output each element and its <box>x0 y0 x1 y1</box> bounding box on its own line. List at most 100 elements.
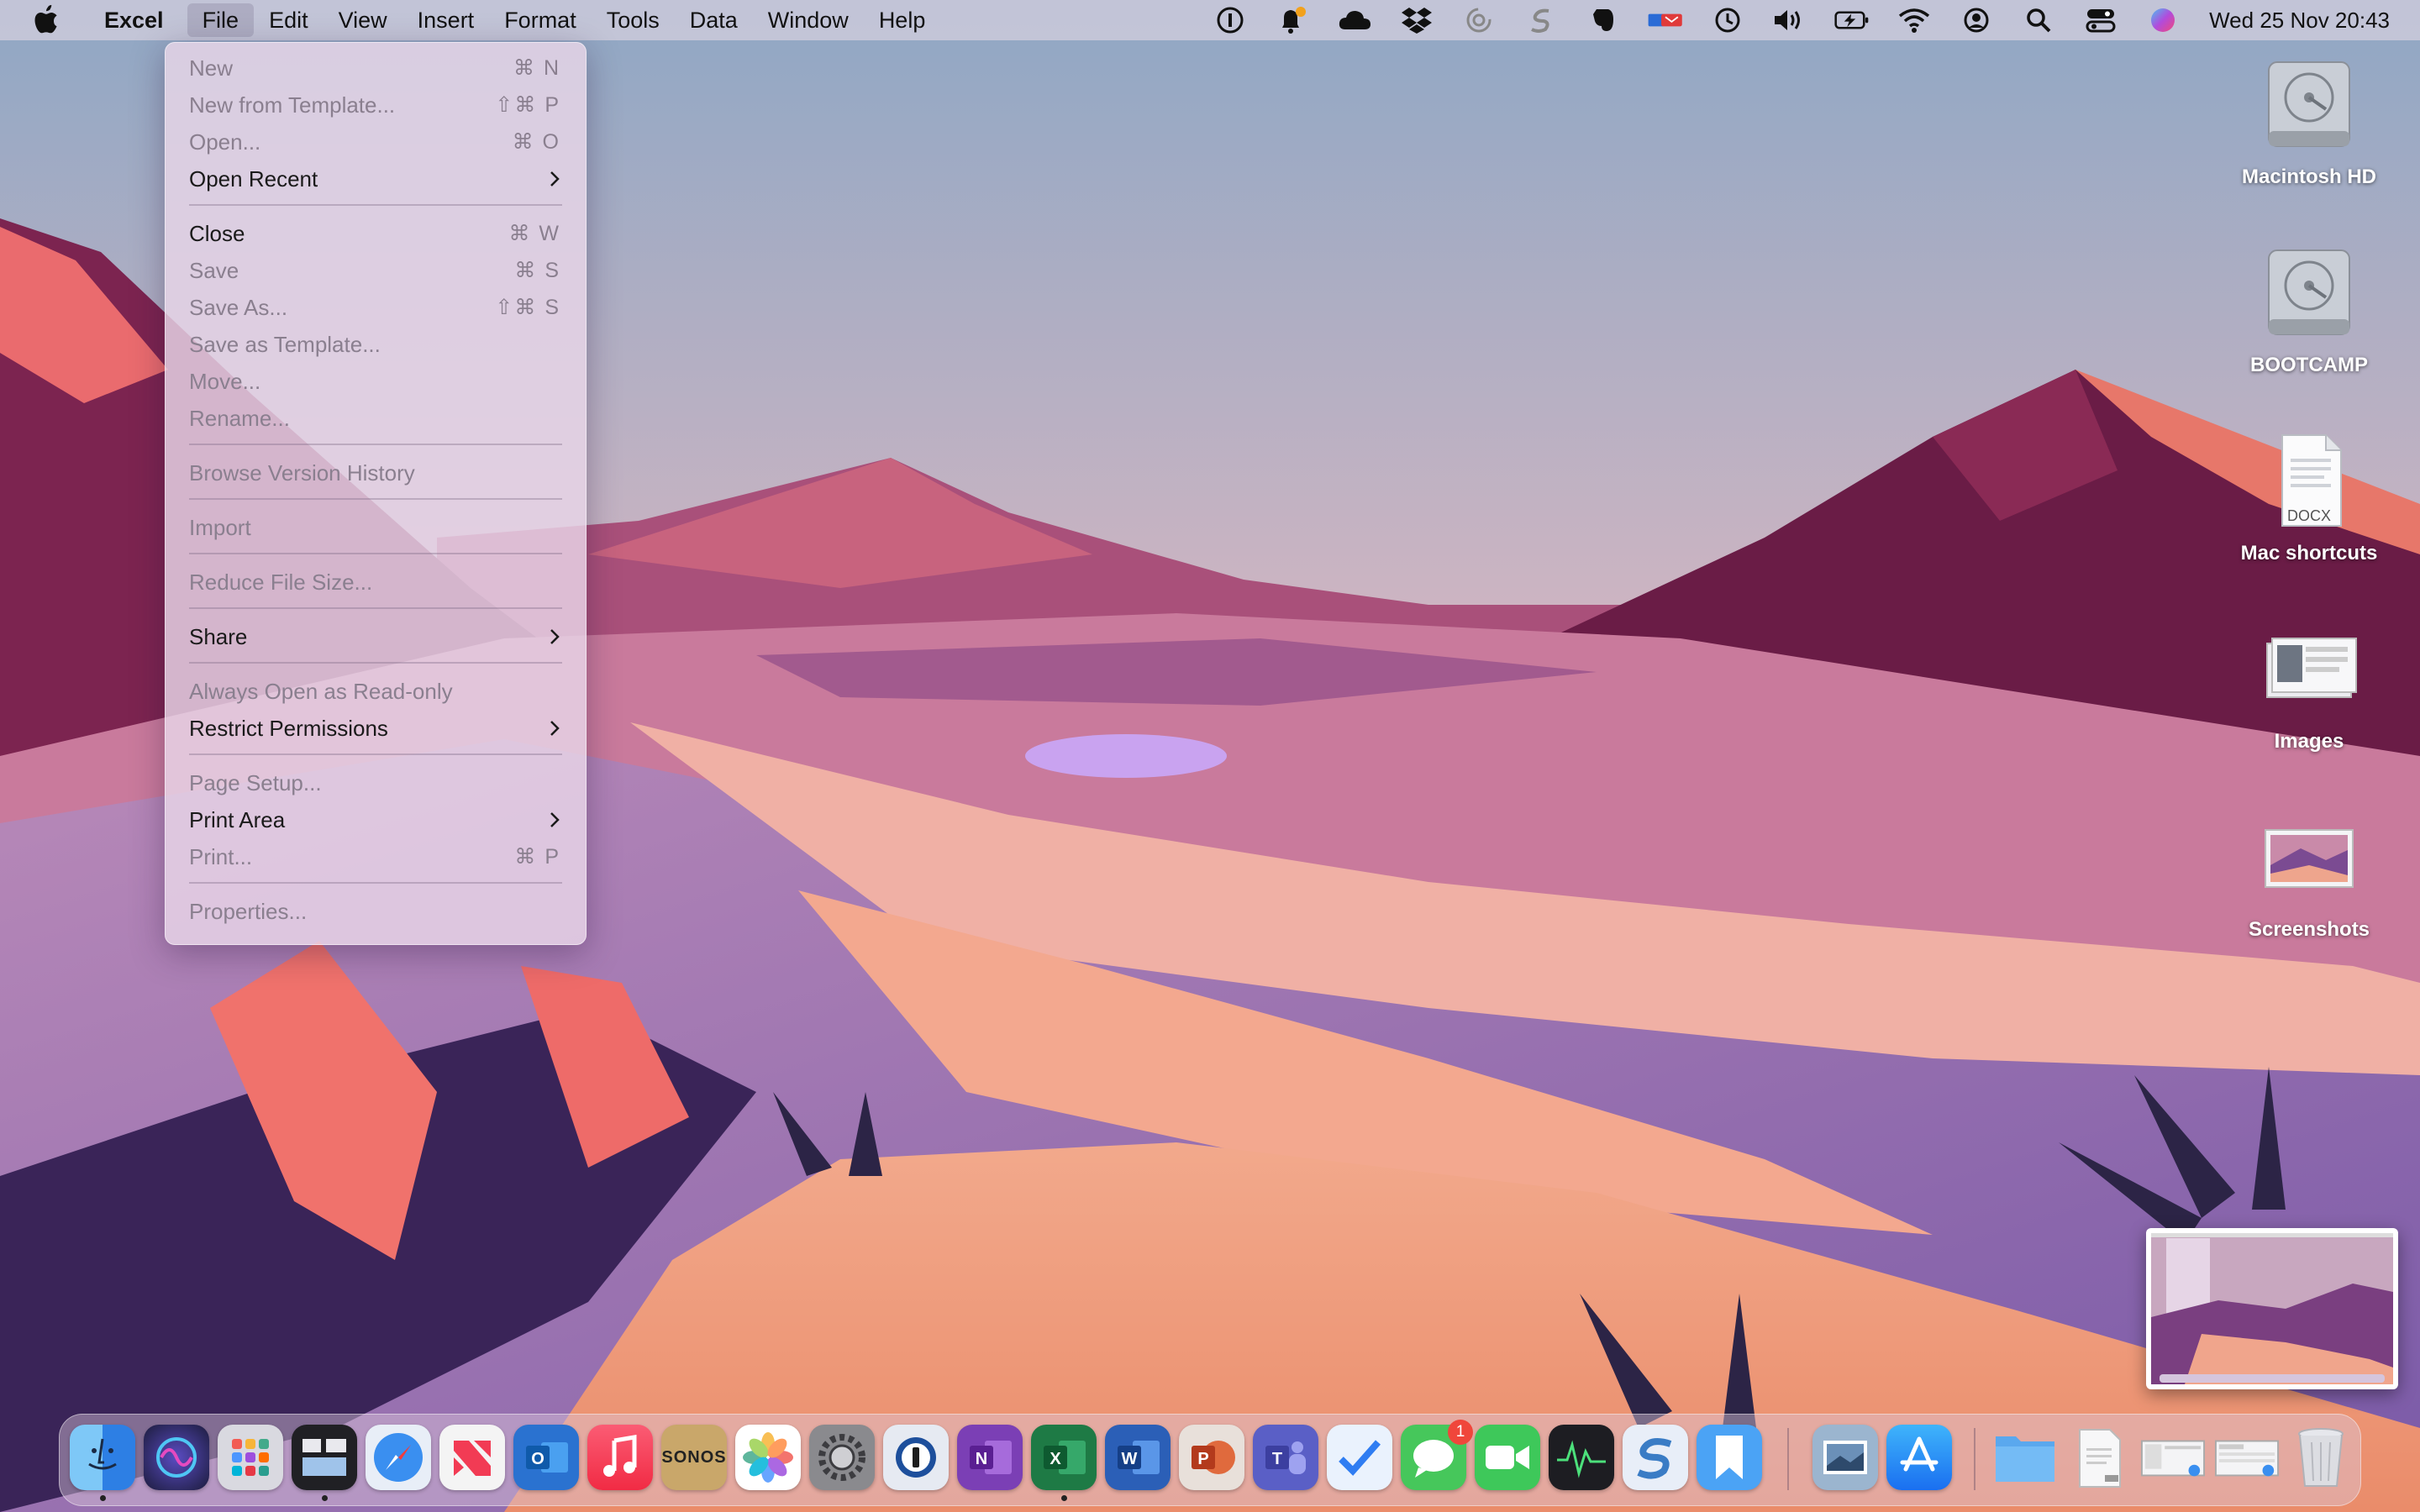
dock-mission-control[interactable] <box>292 1425 357 1490</box>
svg-text:P: P <box>1197 1450 1208 1468</box>
menu-format[interactable]: Format <box>489 0 592 40</box>
menu-item-always-open-read-only[interactable]: Always Open as Read-only <box>166 673 586 710</box>
menu-item-open[interactable]: Open... ⌘ O <box>166 123 586 160</box>
desktop-icon-macintosh-hd[interactable]: Macintosh HD <box>2225 54 2393 189</box>
svg-text:T: T <box>1272 1450 1282 1468</box>
dock-1password[interactable] <box>883 1425 949 1490</box>
menu-item-save-as[interactable]: Save As... ⇧⌘ S <box>166 289 586 326</box>
menu-item-new[interactable]: New ⌘ N <box>166 50 586 87</box>
running-indicator <box>100 1495 106 1501</box>
dock-outlook[interactable]: O <box>513 1425 579 1490</box>
dock-downloads-folder[interactable] <box>1992 1425 2058 1490</box>
dock-activity-monitor[interactable] <box>1549 1425 1614 1490</box>
sync-icon[interactable] <box>1461 5 1497 35</box>
screenshot-preview-thumbnail[interactable] <box>2146 1228 2398 1389</box>
file-extension-label: DOCX <box>2286 507 2331 524</box>
dock-things[interactable] <box>1327 1425 1392 1490</box>
menu-app-name[interactable]: Excel <box>91 8 177 34</box>
dock-app-store[interactable] <box>1886 1425 1952 1490</box>
menu-item-save[interactable]: Save ⌘ S <box>166 252 586 289</box>
menu-item-open-recent[interactable]: Open Recent <box>166 160 586 197</box>
evernote-icon[interactable] <box>1586 5 1621 35</box>
menu-window[interactable]: Window <box>753 0 864 40</box>
dock-preview[interactable] <box>1812 1425 1878 1490</box>
menu-item-close[interactable]: Close ⌘ W <box>166 215 586 252</box>
menu-item-browse-version-history[interactable]: Browse Version History <box>166 454 586 491</box>
time-machine-icon[interactable] <box>1710 5 1745 35</box>
desktop-icon-screenshots[interactable]: Screenshots <box>2225 806 2393 942</box>
menu-item-print-area[interactable]: Print Area <box>166 801 586 838</box>
menu-tools[interactable]: Tools <box>592 0 675 40</box>
menu-file[interactable]: File <box>187 3 255 37</box>
menu-help[interactable]: Help <box>864 0 941 40</box>
dock-scrivener[interactable] <box>1623 1425 1688 1490</box>
menu-data[interactable]: Data <box>675 0 753 40</box>
menu-item-print[interactable]: Print... ⌘ P <box>166 838 586 875</box>
siri-icon[interactable] <box>2145 5 2181 35</box>
menu-view[interactable]: View <box>324 0 402 40</box>
menu-separator <box>189 553 562 554</box>
dock-teams[interactable]: T <box>1253 1425 1318 1490</box>
dock-finder[interactable] <box>70 1425 135 1490</box>
dock-screenshot-stack-1[interactable] <box>2140 1425 2206 1490</box>
dock-word[interactable]: W <box>1105 1425 1171 1490</box>
wifi-icon[interactable] <box>1897 5 1932 35</box>
trash-icon <box>2298 1428 2344 1487</box>
spotlight-search-icon[interactable] <box>2021 5 2056 35</box>
dock-sonos[interactable]: SONOS <box>661 1425 727 1490</box>
menu-insert[interactable]: Insert <box>402 0 490 40</box>
chevron-right-icon <box>550 629 560 644</box>
dock-photos[interactable] <box>735 1425 801 1490</box>
dock-screenshot-stack-2[interactable] <box>2214 1425 2280 1490</box>
menu-item-restrict-permissions[interactable]: Restrict Permissions <box>166 710 586 747</box>
dock-facetime[interactable] <box>1475 1425 1540 1490</box>
menu-item-label: Close <box>189 220 245 246</box>
dock-separator <box>1974 1428 1975 1490</box>
dock-system-preferences[interactable] <box>809 1425 875 1490</box>
menubar-clock[interactable]: Wed 25 Nov 20:43 <box>2209 8 2390 34</box>
desktop-icon-images[interactable]: Images <box>2225 618 2393 753</box>
control-center-icon[interactable] <box>2083 5 2118 35</box>
user-icon[interactable] <box>1959 5 1994 35</box>
menu-item-save-as-template[interactable]: Save as Template... <box>166 326 586 363</box>
menu-item-label: Save as Template... <box>189 331 381 357</box>
menu-item-new-from-template[interactable]: New from Template... ⇧⌘ P <box>166 87 586 123</box>
activity-graph-icon <box>1557 1440 1606 1478</box>
menu-item-properties[interactable]: Properties... <box>166 893 586 930</box>
menu-item-move[interactable]: Move... <box>166 363 586 400</box>
unread-badge: 1 <box>1448 1420 1473 1445</box>
menu-item-share[interactable]: Share <box>166 618 586 655</box>
mail-badge-icon[interactable] <box>1648 5 1683 35</box>
dock-onenote[interactable]: N <box>957 1425 1023 1490</box>
menu-edit[interactable]: Edit <box>254 0 324 40</box>
svg-text:O: O <box>531 1450 544 1468</box>
finder-icon <box>88 1438 117 1470</box>
dropbox-icon[interactable] <box>1399 5 1434 35</box>
dock-trash[interactable] <box>2288 1425 2354 1490</box>
dock-readkit[interactable] <box>1697 1425 1762 1490</box>
menu-item-import[interactable]: Import <box>166 509 586 546</box>
scrivener-icon[interactable] <box>1523 5 1559 35</box>
menu-item-rename[interactable]: Rename... <box>166 400 586 437</box>
dock-excel[interactable]: X <box>1031 1425 1097 1490</box>
desktop-icon-mac-shortcuts[interactable]: DOCX Mac shortcuts <box>2225 430 2393 565</box>
dock-messages[interactable]: 1 <box>1401 1420 1473 1490</box>
notification-bell-icon[interactable] <box>1275 5 1310 35</box>
cloud-icon[interactable] <box>1337 5 1372 35</box>
apple-menu-icon[interactable] <box>32 5 60 35</box>
dock-music[interactable] <box>587 1425 653 1490</box>
menu-item-reduce-file-size[interactable]: Reduce File Size... <box>166 564 586 601</box>
image-stack-icon <box>2265 829 2354 888</box>
menu-item-shortcut: ⌘ W <box>508 222 560 245</box>
dock-powerpoint[interactable]: P <box>1179 1425 1244 1490</box>
dock-pdf-stack[interactable] <box>2066 1425 2132 1490</box>
desktop-icon-bootcamp[interactable]: BOOTCAMP <box>2225 242 2393 377</box>
dock-safari[interactable] <box>366 1425 431 1490</box>
dock-news[interactable] <box>439 1425 505 1490</box>
menu-item-page-setup[interactable]: Page Setup... <box>166 764 586 801</box>
dock-siri[interactable] <box>144 1425 209 1490</box>
dock-launchpad[interactable] <box>218 1425 283 1490</box>
battery-icon[interactable] <box>1834 5 1870 35</box>
1password-icon[interactable] <box>1213 5 1248 35</box>
volume-icon[interactable] <box>1772 5 1807 35</box>
